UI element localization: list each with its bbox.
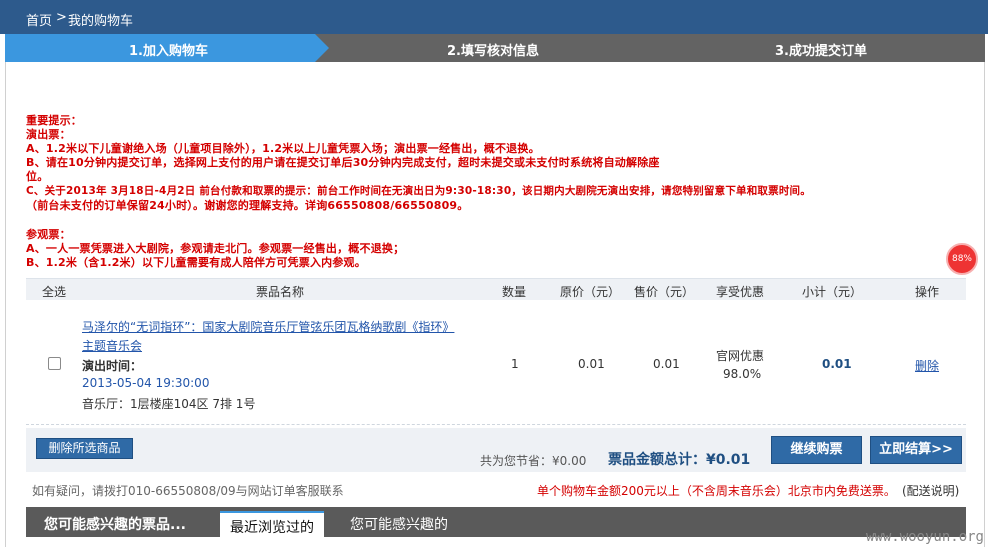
col-original-price: 原价（元）	[560, 285, 621, 299]
help-text: 如有疑问，请拨打010-66550808/09与网站订单客服联系	[32, 484, 344, 498]
notice-line: B、1.2米（含1.2米）以下儿童需要有成人陪伴方可凭票入内参观。	[26, 256, 366, 269]
tab-interested[interactable]: 您可能感兴趣的	[350, 514, 448, 534]
breadcrumb-current: 我的购物车	[68, 14, 134, 29]
col-title: 票品名称	[256, 285, 305, 299]
summary-bar: 删除所选商品 共为您节省：¥0.00 票品金额总计：¥0.01 继续购票 立即结…	[26, 428, 966, 472]
discount-label: 官网优惠	[716, 349, 765, 363]
shipping-info-link[interactable]: (配送说明)	[902, 482, 959, 499]
delete-selected-button[interactable]: 删除所选商品	[36, 438, 133, 459]
shipping-notice: 单个购物车金额200元以上（不含周末音乐会）北京市内免费送票。	[537, 484, 896, 498]
row-checkbox[interactable]	[48, 357, 61, 370]
discount-value: 98.0%	[723, 367, 762, 381]
total-amount: 票品金额总计：¥0.01	[608, 452, 751, 468]
progress-badge[interactable]: 88%	[946, 243, 978, 275]
table-header: 全选 票品名称 数量 原价（元） 售价（元） 享受优惠 小计（元） 操作	[26, 278, 966, 300]
step-3: 3.成功提交订单	[775, 44, 867, 59]
breadcrumb-home-link[interactable]: 首页	[26, 10, 52, 29]
notice-line: 位。	[26, 170, 49, 183]
notice-line: （前台未支付的订单保留24小时）。谢谢您的理解支持。详询66550808/665…	[26, 199, 469, 212]
step-arrow	[315, 34, 329, 62]
venue-seat: 音乐厅：1层楼座104区 7排 1号	[82, 397, 256, 411]
recommend-tabbar: 您可能感兴趣的票品... 最近浏览过的 您可能感兴趣的	[26, 507, 966, 537]
breadcrumb: 首页 > 我的购物车	[0, 0, 988, 34]
col-subtotal: 小计（元）	[802, 285, 863, 299]
sale-price: 0.01	[653, 357, 680, 371]
col-sale-price: 售价（元）	[634, 285, 695, 299]
tab-recommended-title: 您可能感兴趣的票品...	[44, 517, 186, 533]
breadcrumb-separator: >	[56, 10, 67, 25]
table-row: 马泽尔的“无词指环”：国家大剧院音乐厅管弦乐团瓦格纳歌剧《指环》 主题音乐会 演…	[26, 301, 966, 425]
col-discount: 享受优惠	[716, 285, 765, 299]
step-2: 2.填写核对信息	[447, 44, 539, 59]
quantity: 1	[511, 357, 519, 371]
notice-line: B、请在10分钟内提交订单，选择网上支付的用户请在提交订单后30分钟内完成支付，…	[26, 156, 660, 169]
show-time-label: 演出时间：	[82, 359, 143, 373]
delete-link[interactable]: 删除	[915, 357, 939, 374]
saved-amount: 共为您节省：¥0.00	[480, 454, 587, 468]
checkout-button[interactable]: 立即结算>>	[870, 436, 962, 464]
subtotal: 0.01	[822, 357, 852, 371]
notice-line: C、关于2013年 3月18日-4月2日 前台付款和取票的提示：前台工作时间在无…	[26, 185, 811, 197]
col-quantity: 数量	[502, 285, 527, 299]
continue-shopping-button[interactable]: 继续购票	[771, 436, 862, 464]
ticket-title-link[interactable]: 马泽尔的“无词指环”：国家大剧院音乐厅管弦乐团瓦格纳歌剧《指环》	[82, 318, 454, 335]
watermark: www.wooyun.org	[865, 529, 984, 545]
select-all[interactable]: 全选	[42, 283, 66, 300]
ticket-title-link-cont[interactable]: 主题音乐会	[82, 337, 142, 354]
step-1: 1.加入购物车	[129, 44, 208, 59]
tab-recent[interactable]: 最近浏览过的	[220, 511, 324, 537]
progress-steps: 1.加入购物车 2.填写核对信息 3.成功提交订单	[5, 34, 985, 62]
tab-recent-label: 最近浏览过的	[230, 520, 314, 536]
show-time-value: 2013-05-04 19:30:00	[82, 376, 210, 390]
original-price: 0.01	[578, 357, 605, 371]
col-action: 操作	[915, 285, 940, 299]
